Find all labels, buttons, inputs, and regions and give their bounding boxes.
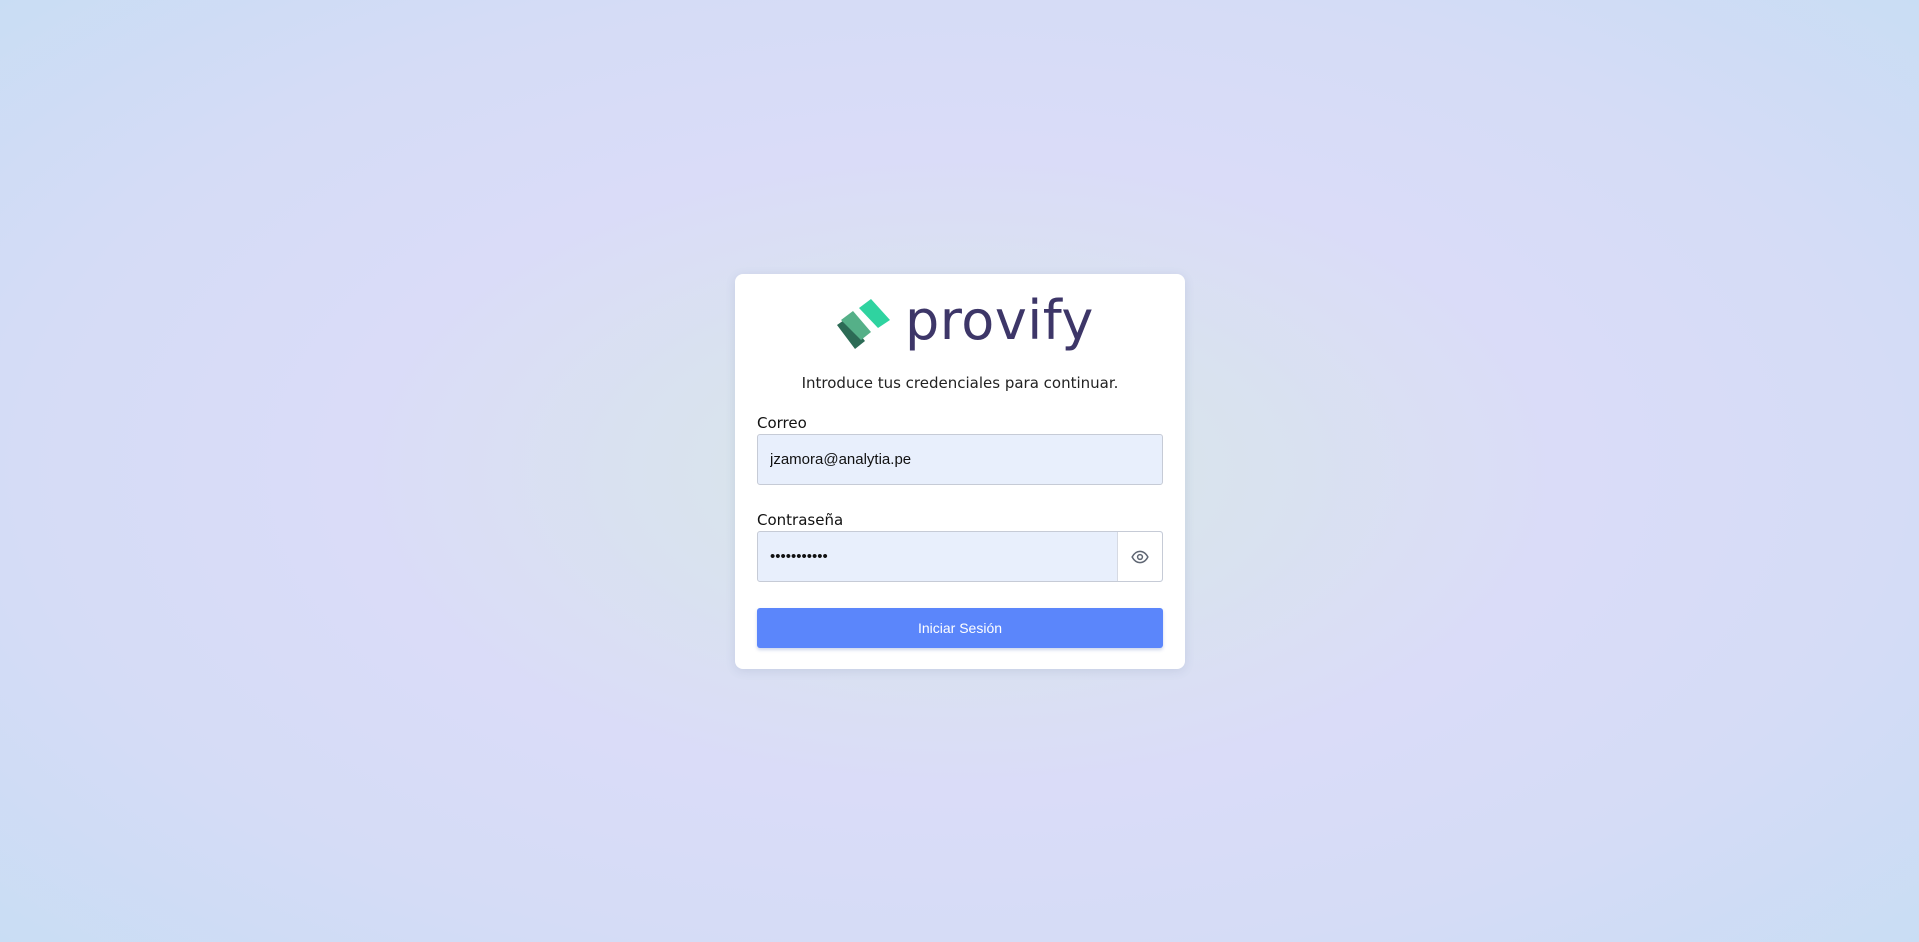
login-subtitle: Introduce tus credenciales para continua… (801, 374, 1119, 392)
brand-logo: provify (833, 294, 1094, 356)
password-field[interactable] (758, 532, 1117, 581)
password-field-wrapper (757, 531, 1163, 582)
toggle-password-visibility-button[interactable] (1117, 532, 1162, 581)
email-field-wrapper (757, 434, 1163, 485)
login-card: provify Introduce tus credenciales para … (735, 274, 1185, 669)
password-label: Contraseña (757, 511, 844, 529)
eye-icon (1131, 550, 1149, 563)
email-field[interactable] (758, 435, 1162, 484)
provify-logo-icon (837, 299, 890, 349)
brand-wordmark: provify (905, 289, 1094, 352)
login-submit-button[interactable]: Iniciar Sesión (757, 608, 1163, 648)
email-label: Correo (757, 414, 807, 432)
